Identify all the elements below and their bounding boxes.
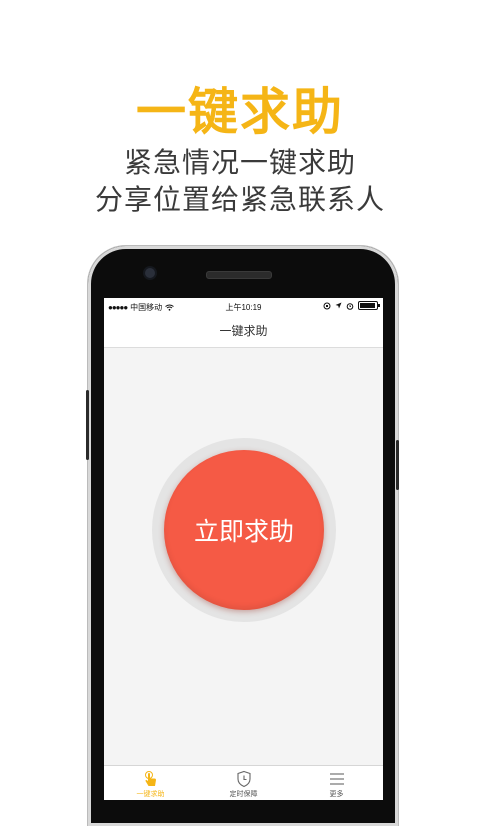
status-bar: ●●●●● 中国移动 上午10:19 xyxy=(104,298,383,316)
shield-clock-icon xyxy=(236,770,251,788)
phone-speaker xyxy=(206,271,272,279)
hand-tap-icon xyxy=(144,771,156,786)
menu-icon xyxy=(329,773,344,785)
nav-title: 一键求助 xyxy=(104,316,383,348)
rotation-lock-icon xyxy=(323,302,331,309)
tab-more[interactable]: 更多 xyxy=(290,766,383,800)
alarm-icon xyxy=(346,302,354,310)
phone-screen: ●●●●● 中国移动 上午10:19 一键求助 立即求助 一键求助 定时保障 更… xyxy=(104,298,383,800)
tab-label: 一键求助 xyxy=(136,790,165,798)
battery-icon xyxy=(358,301,380,310)
tab-label: 更多 xyxy=(329,790,344,798)
help-now-button[interactable]: 立即求助 xyxy=(164,450,324,610)
tab-one-key-help[interactable]: 一键求助 xyxy=(104,766,197,800)
phone-power-button xyxy=(396,440,399,490)
tab-label: 定时保障 xyxy=(229,790,258,798)
location-arrow-icon xyxy=(335,302,342,309)
promo-subtitle-line2: 分享位置给紧急联系人 xyxy=(94,183,385,216)
tab-bar: 一键求助 定时保障 更多 xyxy=(104,765,383,800)
promo-headline: 一键求助 xyxy=(136,83,344,141)
tab-scheduled-protection[interactable]: 定时保障 xyxy=(197,766,290,800)
phone-volume-button xyxy=(86,390,89,460)
phone-camera xyxy=(145,268,155,278)
promo-subtitle-line1: 紧急情况一键求助 xyxy=(123,146,356,179)
